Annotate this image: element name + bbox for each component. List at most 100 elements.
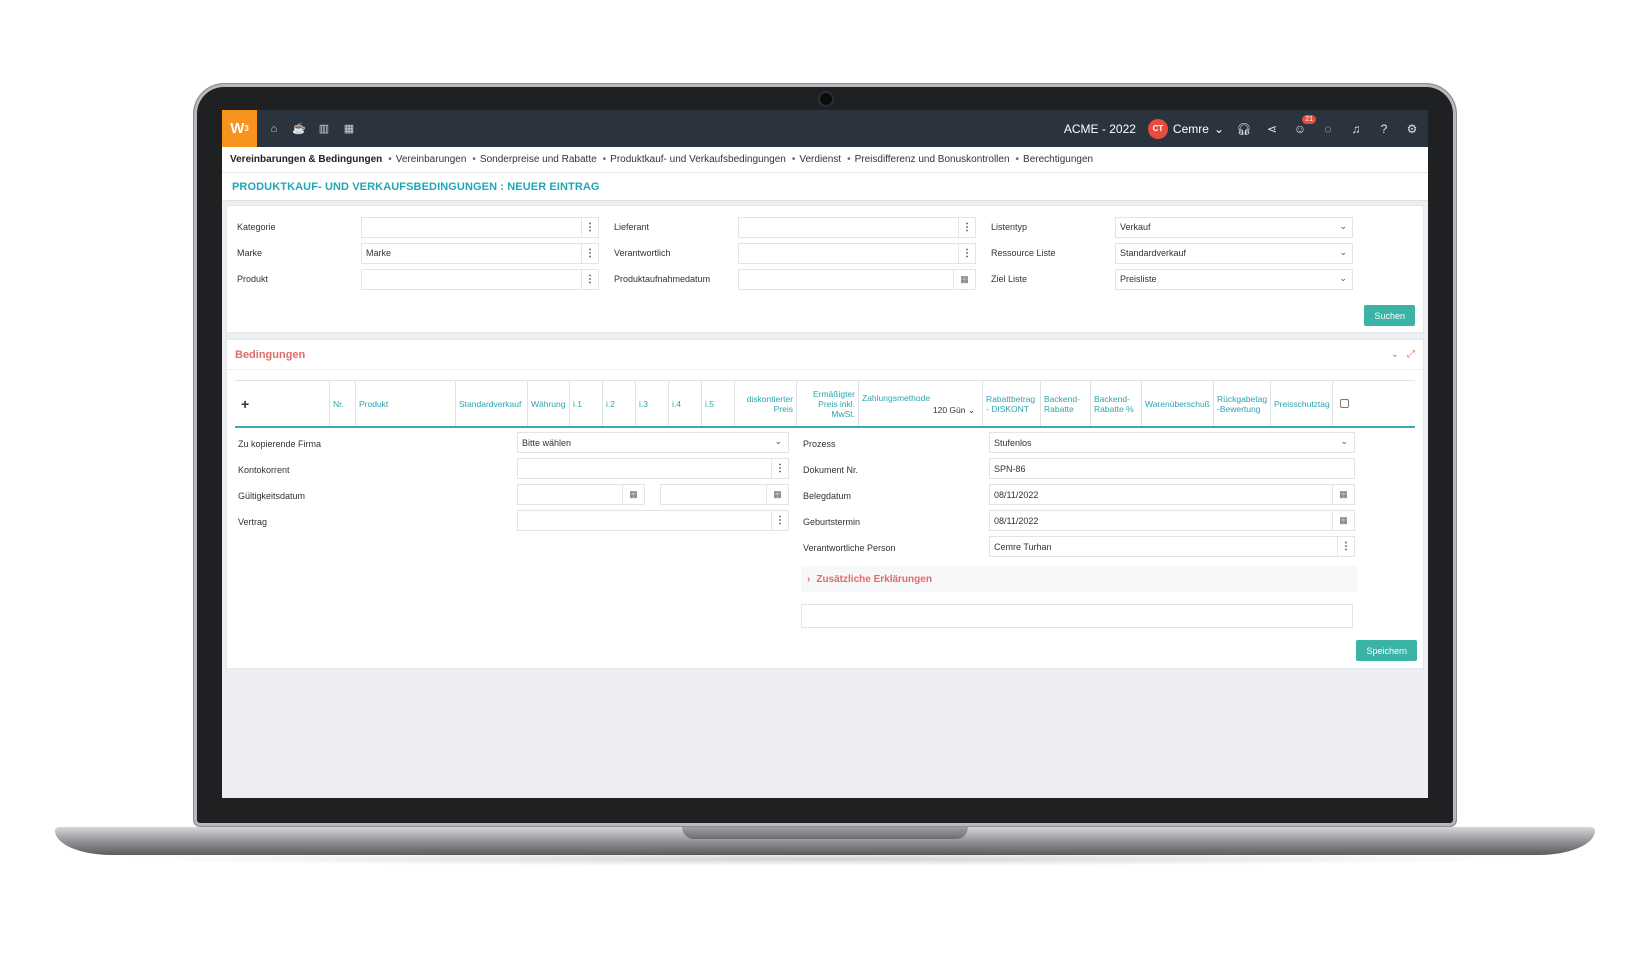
produktaufnahmedatum-input[interactable]: ▦ bbox=[738, 268, 976, 290]
col-backend-rabatte-pct[interactable]: Backend-Rabatte % bbox=[1091, 381, 1142, 426]
app-logo[interactable]: W3 bbox=[222, 110, 257, 147]
gueltig-from-input[interactable]: ▦ bbox=[517, 484, 645, 505]
col-nr[interactable]: Nr. bbox=[330, 381, 356, 426]
chart-icon[interactable]: ▥ bbox=[317, 122, 331, 136]
more-vert-icon[interactable]: ⋮ bbox=[581, 217, 598, 237]
person-input[interactable]: Cemre Turhan ⋮ bbox=[989, 536, 1355, 557]
filter-row-2: Marke Marke ⋮ Verantwortlich ⋮ Ressource … bbox=[237, 240, 1413, 266]
col-standardverkauf[interactable]: Standardverkauf bbox=[456, 381, 528, 426]
col-i5[interactable]: i.5 bbox=[702, 381, 735, 426]
bell-icon[interactable]: ♫ bbox=[1348, 121, 1364, 137]
search-button[interactable]: Suchen bbox=[1364, 305, 1415, 326]
home-icon[interactable]: ⌂ bbox=[267, 122, 281, 136]
col-produkt[interactable]: Produkt bbox=[356, 381, 456, 426]
ressource-group: Ressource Liste Standardverkauf ⌄ bbox=[991, 242, 1368, 264]
kategorie-group: Kategorie ⋮ bbox=[237, 216, 614, 238]
more-vert-icon[interactable]: ⋮ bbox=[958, 217, 975, 237]
col-i2[interactable]: i.2 bbox=[603, 381, 636, 426]
col-i4[interactable]: i.4 bbox=[669, 381, 702, 426]
col-backend-rabatte[interactable]: Backend-Rabatte bbox=[1041, 381, 1091, 426]
verantwortlich-group: Verantwortlich ⋮ bbox=[614, 242, 991, 264]
firma-label: Zu kopierende Firma bbox=[238, 439, 322, 449]
prozess-select[interactable]: Stufenlos ⌄ bbox=[989, 432, 1355, 453]
geburt-input[interactable]: 08/11/2022 ▦ bbox=[989, 510, 1355, 531]
kategorie-input[interactable]: ⋮ bbox=[361, 216, 599, 238]
add-row-icon[interactable]: + bbox=[235, 381, 330, 426]
calendar-icon[interactable]: ▦ bbox=[1332, 485, 1354, 504]
user-menu[interactable]: CT Cemre ⌄ bbox=[1147, 118, 1224, 139]
more-vert-icon[interactable]: ⋮ bbox=[958, 243, 975, 263]
col-rueckgabetag[interactable]: Rückgabetag -Bewertung bbox=[1214, 381, 1271, 426]
listentyp-select[interactable]: Verkauf ⌄ bbox=[1115, 216, 1353, 238]
save-button[interactable]: Speichern bbox=[1356, 640, 1417, 661]
explanations-textarea[interactable] bbox=[801, 604, 1353, 628]
calendar-icon[interactable]: ▦ bbox=[622, 485, 644, 504]
col-rabattbetrag[interactable]: Rabattbetrag - DISKONT bbox=[983, 381, 1041, 426]
submenu-item-sonderpreise[interactable]: Sonderpreise und Rabatte bbox=[472, 154, 597, 165]
ziel-label: Ziel Liste bbox=[991, 274, 1028, 284]
cup-icon[interactable]: ☕ bbox=[292, 122, 306, 136]
smiley-icon[interactable]: ☺ 21 bbox=[1292, 114, 1316, 137]
beleg-value: 08/11/2022 bbox=[994, 489, 1039, 500]
ressource-select[interactable]: Standardverkauf ⌄ bbox=[1115, 242, 1353, 264]
user-name: Cemre bbox=[1172, 121, 1209, 136]
more-vert-icon[interactable]: ⋮ bbox=[1337, 537, 1354, 556]
laptop-notch bbox=[682, 827, 968, 839]
headset-icon[interactable]: 🎧︎ bbox=[1236, 121, 1252, 137]
verantwortlich-input[interactable]: ⋮ bbox=[738, 242, 976, 264]
collapse-icon[interactable]: ⌄ bbox=[1391, 349, 1399, 360]
firma-select[interactable]: Bitte wählen ⌄ bbox=[517, 432, 789, 453]
chat-icon[interactable]: ◌ bbox=[1320, 121, 1336, 137]
submenu: Vereinbarungen & Bedingungen Vereinbarun… bbox=[222, 147, 1428, 173]
prozess-label: Prozess bbox=[803, 439, 836, 449]
marke-value: Marke bbox=[366, 248, 392, 258]
help-icon[interactable]: ? bbox=[1376, 121, 1392, 137]
submenu-item-vereinbarungen[interactable]: Vereinbarungen bbox=[388, 154, 467, 165]
lieferant-group: Lieferant ⋮ bbox=[614, 216, 991, 238]
col-warenueberschuss[interactable]: Warenüberschuß bbox=[1142, 381, 1214, 426]
more-vert-icon[interactable]: ⋮ bbox=[581, 269, 598, 289]
gueltig-to-input[interactable]: ▦ bbox=[660, 484, 789, 505]
col-waehrung[interactable]: Währung bbox=[528, 381, 570, 426]
ziel-select[interactable]: Preisliste ⌄ bbox=[1115, 268, 1353, 290]
dokument-input[interactable]: SPN-86 bbox=[989, 458, 1355, 479]
company-name[interactable]: ACME - 2022 bbox=[1064, 122, 1136, 136]
vertrag-input[interactable]: ⋮ bbox=[517, 510, 789, 531]
submenu-item-produktkauf[interactable]: Produktkauf- und Verkaufsbedingungen bbox=[603, 154, 786, 165]
filter-panel: Kategorie ⋮ Lieferant ⋮ Listentyp Verkau… bbox=[226, 205, 1424, 333]
calendar-icon[interactable]: ▦ bbox=[953, 269, 975, 289]
submenu-item-preisdifferenz[interactable]: Preisdifferenz und Bonuskontrollen bbox=[847, 154, 1010, 165]
extra-explanations-toggle[interactable]: › Zusätzliche Erklärungen bbox=[801, 566, 1357, 592]
gear-icon[interactable]: ⚙ bbox=[1404, 121, 1420, 137]
notification-badge: 21 bbox=[1302, 114, 1316, 124]
select-all-checkbox[interactable] bbox=[1333, 381, 1355, 426]
col-zahlungsmethode[interactable]: Zahlungsmethode 120 Gün ⌄ bbox=[859, 381, 983, 426]
more-vert-icon[interactable]: ⋮ bbox=[581, 243, 598, 263]
lieferant-input[interactable]: ⋮ bbox=[738, 216, 976, 238]
submenu-item-verdienst[interactable]: Verdienst bbox=[792, 154, 841, 165]
submenu-item-berechtigungen[interactable]: Berechtigungen bbox=[1016, 154, 1093, 165]
conditions-header: Bedingungen ⌄ ⤢ bbox=[227, 340, 1423, 370]
extra-explanations-label: Zusätzliche Erklärungen bbox=[816, 573, 932, 585]
expand-icon[interactable]: ⤢ bbox=[1407, 349, 1415, 360]
beleg-input[interactable]: 08/11/2022 ▦ bbox=[989, 484, 1355, 505]
col-i3[interactable]: i.3 bbox=[636, 381, 669, 426]
col-ermaessigter-preis[interactable]: Ermäßigter Preis inkl. MwSt. bbox=[797, 381, 859, 426]
share-icon[interactable]: ⋖ bbox=[1264, 121, 1280, 137]
chevron-down-icon: ⌄ bbox=[1339, 246, 1347, 257]
col-preisschutztag[interactable]: Preisschutztag bbox=[1271, 381, 1333, 426]
ziel-value: Preisliste bbox=[1120, 274, 1157, 284]
more-vert-icon[interactable]: ⋮ bbox=[771, 511, 788, 530]
produkt-input[interactable]: ⋮ bbox=[361, 268, 599, 290]
calendar-icon[interactable]: ▦ bbox=[342, 122, 356, 136]
calendar-icon[interactable]: ▦ bbox=[1332, 511, 1354, 530]
app-screen: W3 ⌂ ☕ ▥ ▦ ACME - 2022 CT Cemre ⌄ 🎧︎ ⋖ ☺… bbox=[222, 110, 1428, 798]
more-vert-icon[interactable]: ⋮ bbox=[771, 459, 788, 478]
col-i1[interactable]: i.1 bbox=[570, 381, 603, 426]
payment-method-select[interactable]: 120 Gün ⌄ bbox=[862, 405, 979, 415]
marke-input[interactable]: Marke ⋮ bbox=[361, 242, 599, 264]
submenu-item-vereinbarungen-bedingungen[interactable]: Vereinbarungen & Bedingungen bbox=[230, 154, 382, 165]
konto-input[interactable]: ⋮ bbox=[517, 458, 789, 479]
col-diskontierter-preis[interactable]: diskontierter Preis bbox=[735, 381, 797, 426]
calendar-icon[interactable]: ▦ bbox=[766, 485, 788, 504]
